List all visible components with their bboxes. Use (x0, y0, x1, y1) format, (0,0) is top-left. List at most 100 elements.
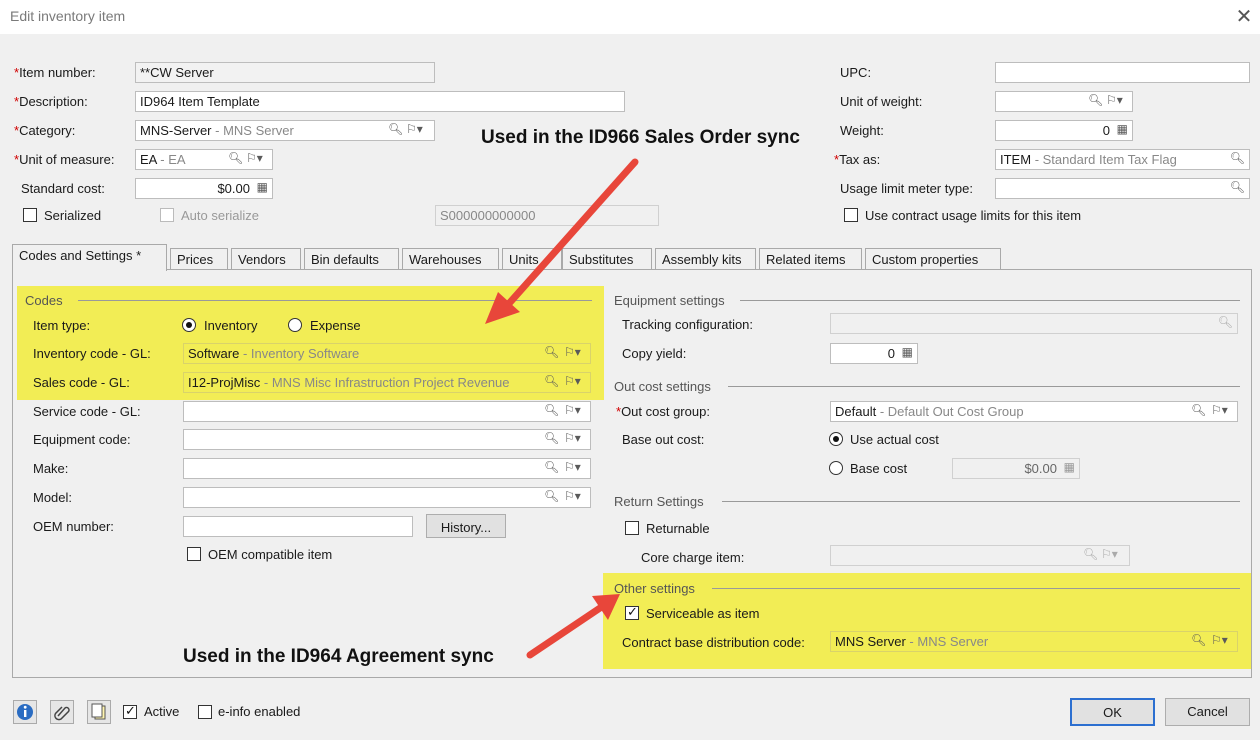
tab-units[interactable]: Units (502, 248, 562, 270)
tab-related-items[interactable]: Related items (759, 248, 862, 270)
auto-serialize-checkbox[interactable] (160, 208, 174, 222)
flag-dropdown-icon[interactable]: ⚐▾ (564, 431, 581, 445)
tab-substitutes[interactable]: Substitutes (562, 248, 652, 270)
tab-prices[interactable]: Prices (170, 248, 228, 270)
out-cost-divider (728, 386, 1240, 387)
unit-of-weight-field[interactable]: 🔍︎ ⚐▾ (995, 91, 1133, 112)
tab-custom-properties[interactable]: Custom properties (865, 248, 1001, 270)
serial-mask-field: S000000000000 (435, 205, 659, 226)
search-icon[interactable]: 🔍︎ (544, 374, 559, 388)
info-button[interactable] (13, 700, 37, 724)
contract-base-label: Contract base distribution code: (622, 635, 805, 650)
category-field[interactable]: MNS-Server - MNS Server 🔍︎ ⚐▾ (135, 120, 435, 141)
calculator-icon[interactable]: ▦ (902, 345, 913, 359)
flag-dropdown-icon[interactable]: ⚐▾ (1106, 93, 1123, 107)
inventory-gl-field[interactable]: Software - Inventory Software 🔍︎ ⚐▾ (183, 343, 591, 364)
serialized-label: Serialized (44, 208, 102, 223)
weight-field[interactable]: 0 ▦ (995, 120, 1133, 141)
active-label: Active (144, 704, 180, 719)
search-icon[interactable]: 🔍︎ (1230, 151, 1245, 165)
upc-field[interactable] (995, 62, 1250, 83)
search-icon[interactable]: 🔍︎ (544, 345, 559, 359)
einfo-label: e-info enabled (218, 704, 301, 719)
flag-dropdown-icon[interactable]: ⚐▾ (564, 374, 581, 388)
tab-vendors[interactable]: Vendors (231, 248, 301, 270)
returnable-checkbox[interactable] (625, 521, 639, 535)
notes-button[interactable] (87, 700, 111, 724)
flag-dropdown-icon: ⚐▾ (1101, 547, 1118, 561)
tab-codes-and-settings[interactable]: Codes and Settings * (12, 244, 167, 271)
flag-dropdown-icon[interactable]: ⚐▾ (246, 151, 263, 165)
tab-warehouses[interactable]: Warehouses (402, 248, 499, 270)
core-charge-label: Core charge item: (641, 550, 745, 565)
cancel-button[interactable]: Cancel (1165, 698, 1250, 726)
service-gl-field[interactable]: 🔍︎ ⚐▾ (183, 401, 591, 422)
use-actual-cost-radio[interactable] (829, 432, 843, 446)
window-title: Edit inventory item (10, 8, 126, 24)
other-divider (712, 588, 1240, 589)
flag-dropdown-icon[interactable]: ⚐▾ (564, 403, 581, 417)
history-button[interactable]: History... (426, 514, 506, 538)
search-icon[interactable]: 🔍︎ (1191, 403, 1206, 417)
sales-order-annotation: Used in the ID966 Sales Order sync (481, 127, 800, 148)
ok-button[interactable]: OK (1070, 698, 1155, 726)
oem-number-field[interactable] (183, 516, 413, 537)
search-icon[interactable]: 🔍︎ (388, 122, 403, 136)
calculator-icon[interactable]: ▦ (257, 180, 268, 194)
standard-cost-field[interactable]: $0.00 ▦ (135, 178, 273, 199)
equipment-code-field[interactable]: 🔍︎ ⚐▾ (183, 429, 591, 450)
tab-assembly-kits[interactable]: Assembly kits (655, 248, 756, 270)
active-checkbox[interactable] (123, 703, 137, 719)
usage-limit-label: Usage limit meter type: (840, 181, 973, 196)
paperclip-icon (54, 706, 70, 721)
search-icon[interactable]: 🔍︎ (544, 403, 559, 417)
standard-cost-label: Standard cost: (21, 181, 105, 196)
model-field[interactable]: 🔍︎ ⚐▾ (183, 487, 591, 508)
flag-dropdown-icon[interactable]: ⚐▾ (564, 460, 581, 474)
flag-dropdown-icon[interactable]: ⚐▾ (564, 489, 581, 503)
search-icon[interactable]: 🔍︎ (1230, 180, 1245, 194)
attachment-button[interactable] (50, 700, 74, 724)
oem-compatible-checkbox[interactable] (187, 547, 201, 561)
tax-as-field[interactable]: ITEM - Standard Item Tax Flag 🔍︎ (995, 149, 1250, 170)
copy-yield-field[interactable]: 0 ▦ (830, 343, 918, 364)
uom-label: *Unit of measure: (14, 152, 115, 167)
use-contract-limits-checkbox[interactable] (844, 208, 858, 222)
search-icon[interactable]: 🔍︎ (1088, 93, 1103, 107)
return-divider (722, 501, 1240, 502)
auto-serialize-label: Auto serialize (181, 208, 260, 223)
search-icon[interactable]: 🔍︎ (544, 489, 559, 503)
contract-base-field[interactable]: MNS Server - MNS Server 🔍︎ ⚐▾ (830, 631, 1238, 652)
description-field[interactable]: ID964 Item Template (135, 91, 625, 112)
flag-dropdown-icon[interactable]: ⚐▾ (564, 345, 581, 359)
uom-field[interactable]: EA - EA 🔍︎ ⚐▾ (135, 149, 273, 170)
use-actual-cost-label: Use actual cost (850, 432, 939, 447)
search-icon[interactable]: 🔍︎ (1191, 633, 1206, 647)
flag-dropdown-icon[interactable]: ⚐▾ (406, 122, 423, 136)
serialized-checkbox[interactable] (23, 208, 37, 222)
title-bar (0, 0, 1260, 34)
flag-dropdown-icon[interactable]: ⚐▾ (1211, 633, 1228, 647)
sales-gl-field[interactable]: I12-ProjMisc - MNS Misc Infrastruction P… (183, 372, 591, 393)
weight-label: Weight: (840, 123, 884, 138)
search-icon[interactable]: 🔍︎ (544, 431, 559, 445)
search-icon[interactable]: 🔍︎ (228, 151, 243, 165)
tab-bin-defaults[interactable]: Bin defaults (304, 248, 399, 270)
equipment-section-title: Equipment settings (614, 293, 725, 308)
search-icon[interactable]: 🔍︎ (544, 460, 559, 474)
other-section-title: Other settings (614, 581, 695, 596)
out-cost-group-field[interactable]: Default - Default Out Cost Group 🔍︎ ⚐▾ (830, 401, 1238, 422)
expense-radio[interactable] (288, 318, 302, 332)
flag-dropdown-icon[interactable]: ⚐▾ (1211, 403, 1228, 417)
item-number-field[interactable]: **CW Server (135, 62, 435, 83)
einfo-checkbox[interactable] (198, 705, 212, 719)
usage-limit-field[interactable]: 🔍︎ (995, 178, 1250, 199)
calculator-icon[interactable]: ▦ (1117, 122, 1128, 136)
inventory-radio[interactable] (182, 318, 196, 332)
close-icon[interactable]: ✕ (1232, 4, 1256, 28)
codes-section-title: Codes (25, 293, 63, 308)
item-type-label: Item type: (33, 318, 91, 333)
serviceable-checkbox[interactable] (625, 604, 639, 620)
base-cost-radio[interactable] (829, 461, 843, 475)
make-field[interactable]: 🔍︎ ⚐▾ (183, 458, 591, 479)
